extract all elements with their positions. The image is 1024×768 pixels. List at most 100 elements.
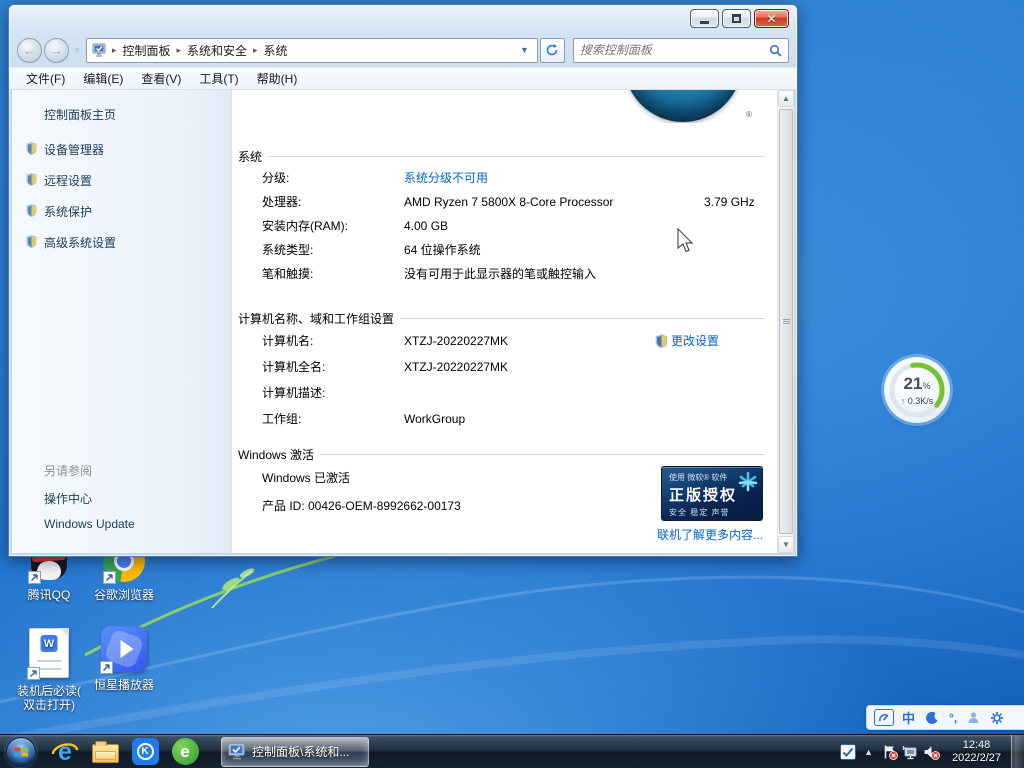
uac-shield-icon [26,204,37,217]
net-speed-widget[interactable]: 21% ↑ 0.3K/s [884,357,950,423]
shortcut-arrow-icon [103,571,116,584]
refresh-icon [545,43,559,57]
ime-status-icon[interactable] [874,709,894,726]
system-window-icon [228,743,247,760]
taskbar-explorer-button[interactable] [85,735,125,768]
punctuation-toggle-icon[interactable]: °, [949,711,957,725]
history-dropdown-icon[interactable]: ▼ [73,46,81,55]
uac-shield-icon [26,235,37,248]
row-pen-touch: 笔和触摸: 没有可用于此显示器的笔或触控输入 [238,262,777,286]
taskbar: e K e 控制面板\系统和... ▲ [0,734,1024,768]
row-os-type: 系统类型: 64 位操作系统 [238,238,777,262]
menu-tools[interactable]: 工具(T) [190,67,247,90]
sidebar-item-control-panel-home[interactable]: 控制面板主页 [44,106,116,123]
rating-unavailable-link[interactable]: 系统分级不可用 [404,170,488,186]
start-button[interactable] [6,737,36,767]
shortcut-arrow-icon [27,667,40,680]
breadcrumb-system[interactable]: 系统 [258,42,294,59]
desktop-icon-label: 装机后必读( [17,684,81,698]
taskbar-ie-button[interactable]: e [45,735,85,768]
shortcut-arrow-icon [100,661,113,674]
window-body: 控制面板主页 设备管理器 [12,90,794,553]
tray-hidden-icons-arrow[interactable]: ▲ [858,735,879,768]
desktop-icon-readme[interactable]: W 装机后必读( 双击打开) [4,628,94,712]
address-bar[interactable]: ▸ 控制面板 ▸ 系统和安全 ▸ 系统 ▼ [86,38,538,63]
forward-button[interactable]: → [44,38,69,63]
section-title: 计算机名称、域和工作组设置 [238,310,394,327]
section-computer-name: 计算机名称、域和工作组设置 更改设置 计算机名: XTZJ-20220227MK [238,308,777,432]
tray-volume-muted-icon[interactable] [921,735,942,768]
minimize-button[interactable] [690,9,719,28]
uac-shield-icon [26,173,37,186]
svg-text:e: e [58,738,72,766]
desktop-icon-player[interactable]: 恒星播放器 [86,626,162,692]
scroll-up-arrow[interactable]: ▲ [778,90,794,107]
restore-button[interactable] [722,9,751,28]
sidebar-item-device-manager[interactable]: 设备管理器 [12,134,231,165]
windows-logo-partial [624,90,744,123]
address-dropdown-icon[interactable]: ▼ [517,45,532,55]
section-system: 系统 分级: 系统分级不可用 处理器: AMD Ryzen 7 5800X 8-… [238,146,777,286]
menu-edit[interactable]: 编辑(E) [74,67,132,90]
section-title: Windows 激活 [238,446,314,463]
user-icon[interactable] [967,711,980,724]
navigation-bar: ← → ▼ ▸ 控制面板 ▸ 系统和安全 ▸ 系统 ▼ [9,33,797,67]
vertical-scrollbar[interactable]: ▲ ▼ [777,90,794,553]
settings-gear-icon[interactable] [990,711,1004,725]
taskbar-active-window-button[interactable]: 控制面板\系统和... [221,737,369,767]
upload-arrow-icon: ↑ [901,396,906,406]
sidebar-item-windows-update[interactable]: Windows Update [44,517,231,531]
registered-mark: ® [746,110,752,119]
genuine-star-icon [737,470,759,494]
menu-file[interactable]: 文件(F) [17,67,74,90]
folder-icon [92,744,119,763]
search-input[interactable] [580,43,769,57]
refresh-button[interactable] [540,38,565,63]
sidebar-item-remote-settings[interactable]: 远程设置 [12,165,231,196]
tray-action-center-icon[interactable] [879,735,900,768]
row-cpu: 处理器: AMD Ryzen 7 5800X 8-Core Processor … [238,190,777,214]
scroll-down-arrow[interactable]: ▼ [778,536,794,553]
show-desktop-button[interactable] [1011,735,1024,768]
menu-bar: 文件(F) 编辑(E) 查看(V) 工具(T) 帮助(H) [9,67,797,90]
cpu-speed: 3.79 GHz [704,194,755,210]
sidebar-item-system-protection[interactable]: 系统保护 [12,196,231,227]
titlebar[interactable]: ✕ [9,5,797,33]
night-mode-icon[interactable] [925,711,939,725]
back-button[interactable]: ← [17,38,42,63]
row-ram: 安装内存(RAM): 4.00 GB [238,214,777,238]
row-rating: 分级: 系统分级不可用 [238,166,777,190]
menu-help[interactable]: 帮助(H) [248,67,307,90]
row-workgroup: 工作组: WorkGroup [238,406,777,432]
desktop-icon-label: 恒星播放器 [86,678,162,692]
shortcut-arrow-icon [28,571,41,584]
breadcrumb-control-panel[interactable]: 控制面板 [116,42,176,59]
desktop: 腾讯QQ 谷歌浏览器 W 装机后必读( 双击打开) [0,0,1024,768]
breadcrumb-system-security[interactable]: 系统和安全 [181,42,253,59]
scrollbar-thumb[interactable] [779,109,793,534]
system-icon [92,43,108,57]
section-title: 系统 [238,148,262,165]
sidebar-item-action-center[interactable]: 操作中心 [44,490,231,507]
main-content: ® 系统 分级: 系统分级不可用 处理器: AMD Ryzen 7 5800X … [232,90,777,553]
row-computer-name: 计算机名: XTZJ-20220227MK [238,328,777,354]
search-icon[interactable] [769,44,782,57]
windows-flag-icon [13,744,29,760]
desktop-icon-label: 腾讯QQ [10,588,88,602]
see-also-header: 另请参阅 [44,462,231,479]
row-computer-fullname: 计算机全名: XTZJ-20220227MK [238,354,777,380]
taskbar-k-app-button[interactable]: K [125,735,165,768]
close-button[interactable]: ✕ [754,9,789,28]
tray-network-icon[interactable] [900,735,921,768]
ie-icon: e [50,738,80,766]
taskbar-green-browser-button[interactable]: e [165,735,205,768]
genuine-microsoft-badge[interactable]: 使用 微软® 软件 正版授权 安全 稳定 声誉 [661,466,763,521]
learn-more-link[interactable]: 联机了解更多内容... [657,526,763,543]
menu-view[interactable]: 查看(V) [132,67,190,90]
tray-security-check-icon[interactable] [837,735,858,768]
search-box[interactable] [573,38,789,63]
row-computer-description: 计算机描述: [238,380,777,406]
sidebar-item-advanced-settings[interactable]: 高级系统设置 [12,227,231,258]
ime-language-toggle[interactable]: 中 [902,708,915,727]
tray-clock[interactable]: 12:48 2022/2/27 [952,739,1001,765]
